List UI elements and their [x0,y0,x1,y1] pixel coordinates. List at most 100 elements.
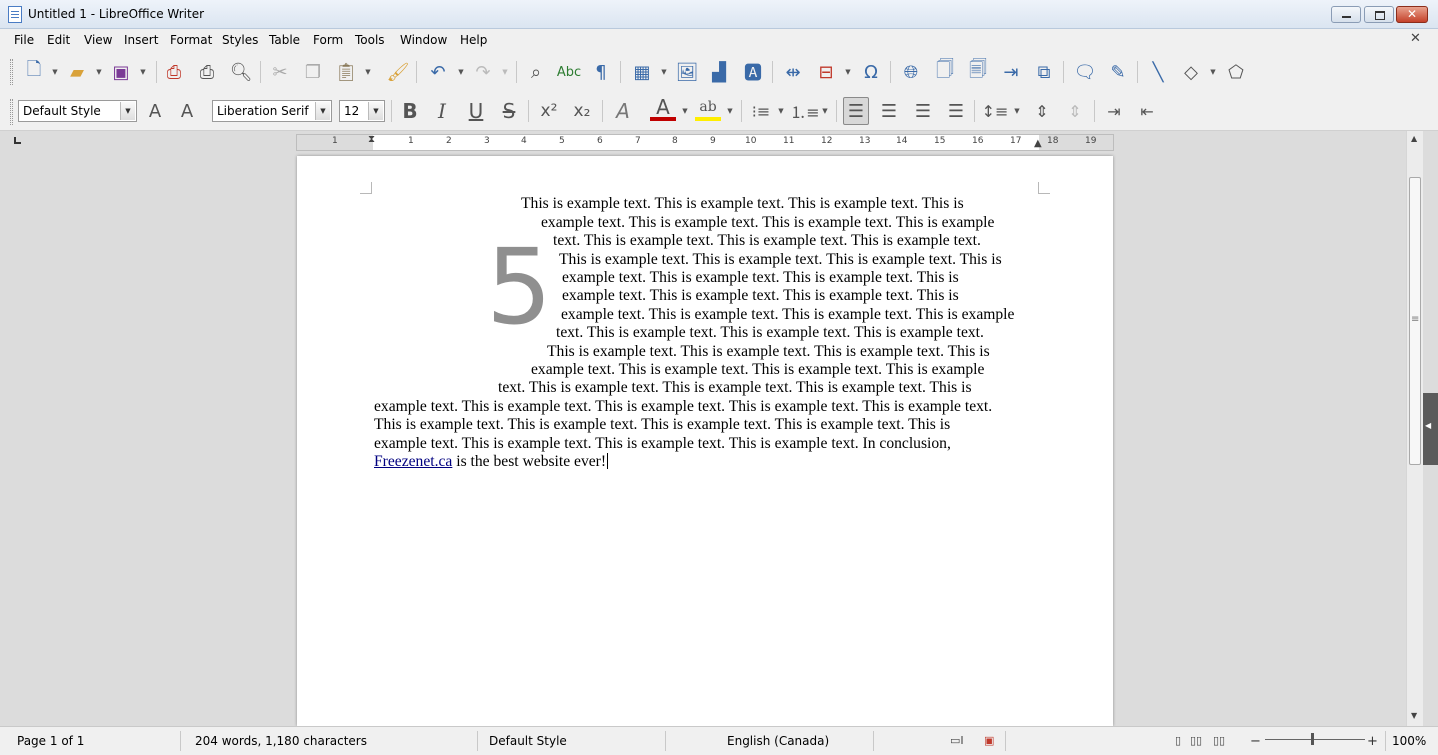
cross-reference-icon[interactable]: ⧉ [1032,60,1056,84]
redo-dropdown-arrow[interactable]: ▼ [501,60,509,84]
language-status[interactable]: English (Canada) [727,734,829,748]
bullet-dropdown-arrow[interactable]: ▼ [777,99,785,123]
subscript-icon[interactable]: x₂ [569,97,595,125]
tab-stop-selector-icon[interactable] [14,137,21,144]
insert-mode-icon[interactable]: ▭I [950,734,964,747]
copy-icon[interactable]: ❐ [301,60,325,84]
bold-button[interactable]: B [397,97,423,125]
increase-paragraph-spacing-icon[interactable]: ⇕ [1029,97,1055,125]
paste-dropdown-arrow[interactable]: ▼ [364,60,372,84]
paragraph-style-select[interactable]: Default Style ▼ [18,100,137,122]
menu-format[interactable]: Format [170,33,212,47]
zoom-level[interactable]: 100% [1392,734,1426,748]
zoom-out-icon[interactable]: − [1250,734,1261,749]
zoom-slider-knob[interactable] [1311,733,1314,745]
indent-marker-icon[interactable]: ⧗ [368,134,375,145]
menu-styles[interactable]: Styles [222,33,258,47]
font-color-icon[interactable]: A [650,95,676,121]
update-style-icon[interactable]: A [143,99,167,123]
draw-functions-icon[interactable]: ⬠ [1224,60,1248,84]
numbered-list-icon[interactable]: ⒈≡ [790,97,819,125]
bullet-list-icon[interactable]: ⁝≡ [748,97,774,125]
close-window-button[interactable] [1396,6,1428,23]
save-icon[interactable]: ▣ [109,60,133,84]
horizontal-ruler[interactable]: 1 1 2 3 4 5 6 7 8 9 10 11 12 13 14 15 16… [296,134,1114,151]
superscript-icon[interactable]: x² [536,97,562,125]
underline-button[interactable]: U [463,97,489,125]
menu-edit[interactable]: Edit [47,33,70,47]
line-icon[interactable]: ╲ [1146,60,1170,84]
save-dropdown-arrow[interactable]: ▼ [139,60,147,84]
justify-button[interactable]: ☰ [943,97,969,125]
formatting-marks-icon[interactable]: ¶ [589,60,613,84]
font-color-dropdown-arrow[interactable]: ▼ [681,99,689,123]
single-page-view-icon[interactable]: ▯ [1175,734,1181,747]
line-spacing-icon[interactable]: ↕≡ [982,97,1009,125]
chevron-down-icon[interactable]: ▼ [120,102,135,120]
menu-insert[interactable]: Insert [124,33,158,47]
menu-help[interactable]: Help [460,33,487,47]
book-view-icon[interactable]: ▯▯ [1213,734,1225,747]
chevron-down-icon[interactable]: ▼ [368,102,383,120]
numbered-dropdown-arrow[interactable]: ▼ [821,99,829,123]
close-document-icon[interactable]: ✕ [1410,31,1421,46]
word-count-status[interactable]: 204 words, 1,180 characters [195,734,367,748]
align-center-button[interactable]: ☰ [876,97,902,125]
menu-table[interactable]: Table [269,33,300,47]
line-spacing-dropdown-arrow[interactable]: ▼ [1013,99,1021,123]
page-number-status[interactable]: Page 1 of 1 [17,734,84,748]
open-dropdown-arrow[interactable]: ▼ [95,60,103,84]
highlight-dropdown-arrow[interactable]: ▼ [726,99,734,123]
new-style-icon[interactable]: A [175,99,199,123]
scroll-down-icon[interactable]: ▼ [1411,711,1417,720]
align-right-button[interactable]: ☰ [910,97,936,125]
vertical-scrollbar[interactable]: ▲ ▼ [1406,131,1423,726]
cut-icon[interactable]: ✂ [268,60,292,84]
new-dropdown-arrow[interactable]: ▼ [51,60,59,84]
menu-file[interactable]: File [14,33,34,47]
print-preview-icon[interactable]: 🔍︎ [229,60,253,84]
font-size-select[interactable]: 12 ▼ [339,100,385,122]
spelling-icon[interactable]: Abc [557,60,581,84]
new-document-icon[interactable]: 🗋 [22,59,46,84]
paste-icon[interactable]: 📋︎ [334,60,358,84]
clone-formatting-icon[interactable]: 🖌︎ [386,60,410,84]
menu-form[interactable]: Form [313,33,343,47]
font-name-select[interactable]: Liberation Serif ▼ [212,100,332,122]
decrease-paragraph-spacing-icon[interactable]: ⇕ [1062,97,1088,125]
bookmark-icon[interactable]: ⇥ [999,60,1023,84]
endnote-icon[interactable]: 🗐 [966,59,990,84]
clear-formatting-icon[interactable]: A [610,97,636,125]
menu-view[interactable]: View [84,33,112,47]
maximize-button[interactable] [1364,6,1394,23]
page-break-icon[interactable]: ⇹ [781,60,805,84]
strikethrough-button[interactable]: S [496,97,522,125]
export-pdf-icon[interactable]: ⎙ [162,60,186,84]
insert-image-icon[interactable]: 🖼︎ [675,60,699,84]
page-style-status[interactable]: Default Style [489,734,567,748]
minimize-button[interactable] [1331,6,1361,23]
open-folder-icon[interactable]: ▰ [65,60,89,84]
find-replace-icon[interactable]: ⌕ [524,60,548,84]
insert-table-icon[interactable]: ▦ [630,60,654,84]
freezenet-link[interactable]: Freezenet.ca [374,453,452,470]
basic-shapes-icon[interactable]: ◇ [1179,60,1203,84]
print-icon[interactable]: ⎙ [195,60,219,84]
chevron-down-icon[interactable]: ▼ [315,102,330,120]
scroll-thumb[interactable] [1409,177,1421,465]
italic-button[interactable]: I [429,97,455,125]
insert-text-box-icon[interactable]: 🅰︎ [741,60,765,84]
comment-icon[interactable]: 🗨︎ [1073,60,1097,84]
shapes-dropdown-arrow[interactable]: ▼ [1209,60,1217,84]
align-left-button[interactable]: ☰ [843,97,869,125]
decrease-indent-icon[interactable]: ⇤ [1134,97,1160,125]
undo-icon[interactable]: ↶ [426,60,450,84]
special-character-icon[interactable]: Ω [859,60,883,84]
undo-dropdown-arrow[interactable]: ▼ [457,60,465,84]
menu-window[interactable]: Window [400,33,447,47]
track-changes-icon[interactable]: ✎ [1106,60,1130,84]
right-indent-marker-icon[interactable]: ▲ [1034,138,1042,149]
insert-chart-icon[interactable]: ▟ [707,60,731,84]
sidebar-toggle-handle[interactable] [1423,393,1438,465]
table-dropdown-arrow[interactable]: ▼ [660,60,668,84]
